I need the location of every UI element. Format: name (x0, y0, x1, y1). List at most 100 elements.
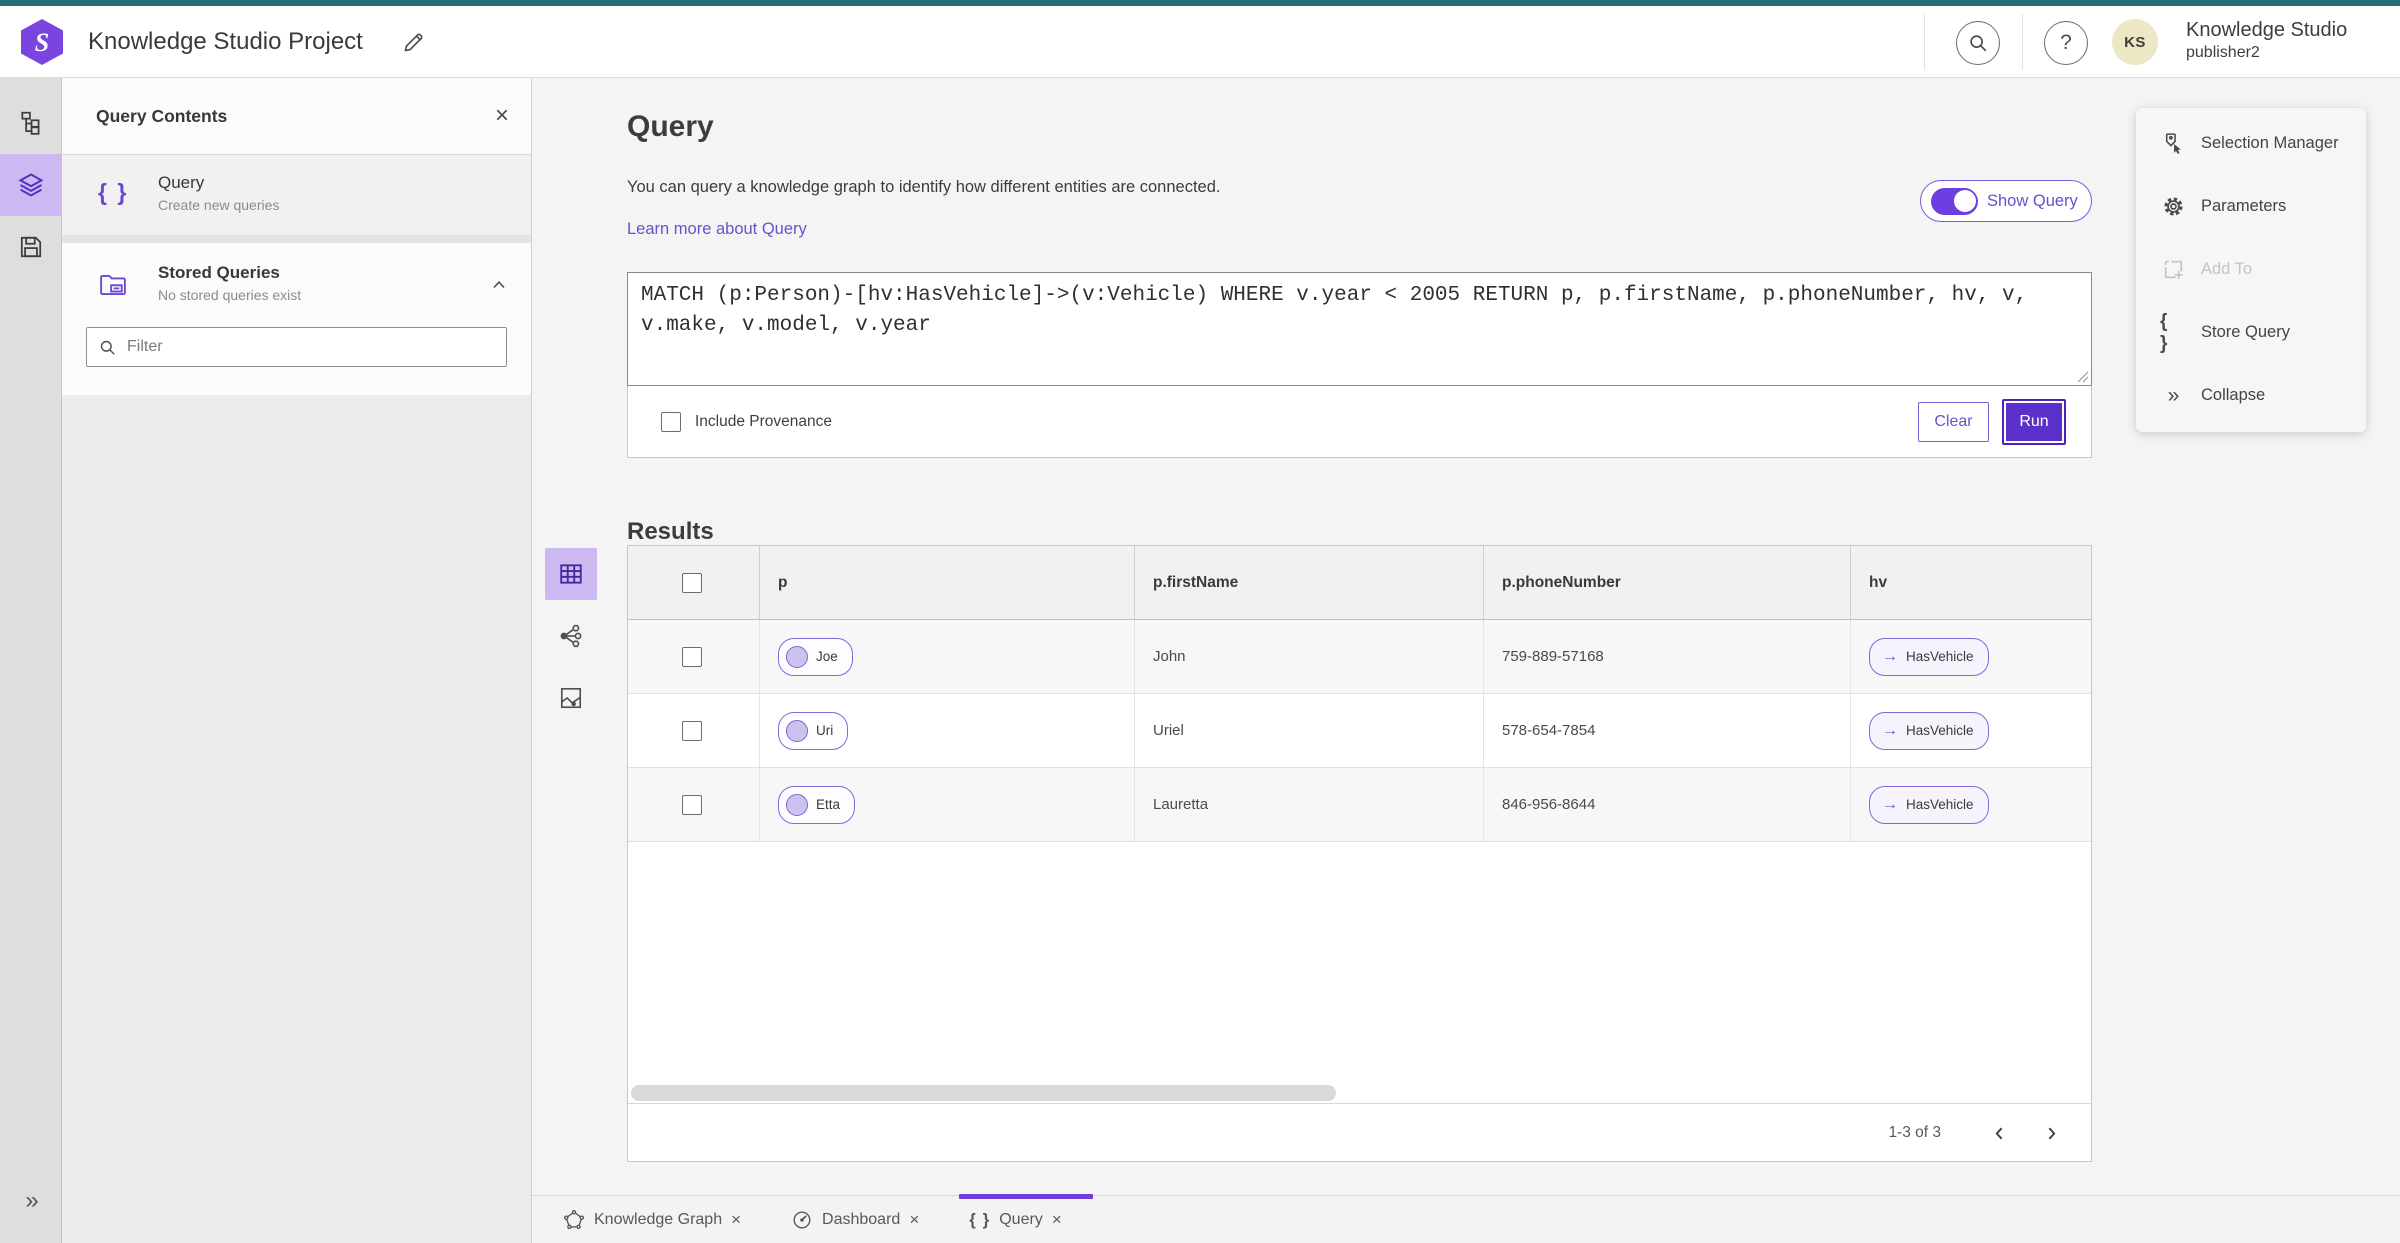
bottom-tab-bar: Knowledge Graph × Dashboard × { } Query … (532, 1194, 2400, 1243)
include-provenance-checkbox[interactable] (661, 412, 681, 432)
panel-title: Query Contents (96, 106, 228, 126)
edge-chip[interactable]: → HasVehicle (1869, 785, 1989, 824)
topbar-divider (1924, 14, 1925, 70)
arrow-right-icon: → (1882, 795, 1898, 813)
rail-expand-button[interactable]: » (0, 1187, 62, 1215)
edge-chip[interactable]: → HasVehicle (1869, 637, 1989, 676)
row-checkbox[interactable] (682, 795, 702, 815)
table-view-button[interactable] (545, 548, 597, 600)
braces-icon: { } (2160, 310, 2170, 354)
node-icon (786, 719, 808, 742)
menu-item-selection-manager[interactable]: Selection Manager (2136, 112, 2366, 175)
page-title: Query (627, 110, 714, 143)
avatar[interactable]: KS (2112, 19, 2158, 65)
node-chip[interactable]: Uri (778, 711, 849, 750)
menu-item-collapse[interactable]: » Collapse (2136, 364, 2366, 427)
horizontal-scrollbar[interactable] (631, 1085, 1336, 1101)
node-label: Joe (816, 649, 838, 664)
cell-firstname: John (1134, 620, 1483, 693)
rail-item-queries[interactable] (0, 154, 62, 216)
rail-item-save[interactable] (0, 216, 62, 278)
menu-item-parameters[interactable]: Parameters (2136, 175, 2366, 238)
table-row[interactable]: Joe John 759-889-57168 → HasVehicle (628, 620, 2091, 694)
panel-spacer (62, 235, 531, 243)
toggle-switch[interactable] (1931, 187, 1978, 215)
column-header-p[interactable]: p (759, 546, 1134, 619)
network-icon (560, 624, 582, 648)
close-icon[interactable]: × (1052, 1210, 1062, 1230)
username: publisher2 (2186, 44, 2260, 61)
tab-query[interactable]: { } Query × (951, 1196, 1079, 1243)
braces-icon: { } (98, 179, 129, 205)
menu-item-label: Parameters (2201, 197, 2287, 215)
show-query-label: Show Query (1987, 191, 2078, 210)
stored-queries-subtitle: No stored queries exist (158, 287, 302, 303)
stored-queries-title: Stored Queries (158, 263, 280, 282)
panel-close-icon[interactable]: × (495, 102, 509, 130)
stored-queries-header[interactable]: Stored Queries No stored queries exist (62, 243, 531, 327)
select-all-checkbox[interactable] (682, 573, 702, 593)
filter-input[interactable] (127, 328, 527, 366)
node-chip[interactable]: Etta (778, 785, 856, 824)
layers-icon (18, 173, 44, 197)
map-view-button[interactable] (545, 672, 597, 724)
collapse-icon: » (2167, 383, 2180, 407)
run-button[interactable]: Run (2002, 399, 2066, 445)
edge-label: HasVehicle (1906, 723, 1974, 738)
query-actions-row: Include Provenance Clear Run (628, 386, 2091, 458)
close-icon[interactable]: × (731, 1210, 741, 1230)
filter-field (86, 327, 527, 367)
menu-item-label: Add To (2201, 260, 2253, 278)
top-bar: S Knowledge Studio Project ? KS Knowledg… (0, 6, 2400, 78)
close-icon[interactable]: × (909, 1210, 919, 1230)
query-contents-panel: Query Contents × { } Query Create new qu… (62, 78, 532, 1243)
learn-more-link[interactable]: Learn more about Query (627, 220, 807, 239)
edit-project-icon[interactable] (402, 30, 426, 54)
next-page-button[interactable] (2039, 1121, 2063, 1145)
graph-view-button[interactable] (545, 610, 597, 662)
help-button[interactable]: ? (2044, 21, 2088, 65)
results-view-switcher (545, 548, 597, 724)
panel-item-query[interactable]: { } Query Create new queries (62, 155, 531, 235)
clear-button[interactable]: Clear (1918, 402, 1989, 442)
previous-page-button[interactable] (1987, 1121, 2011, 1145)
table-row[interactable]: Etta Lauretta 846-956-8644 → HasVehicle (628, 768, 2091, 842)
tab-dashboard[interactable]: Dashboard × (773, 1196, 937, 1243)
cell-phonenumber: 578-654-7854 (1483, 694, 1850, 767)
node-chip[interactable]: Joe (778, 637, 853, 676)
include-provenance-label: Include Provenance (695, 413, 833, 430)
topbar-divider (2022, 14, 2023, 70)
edge-label: HasVehicle (1906, 797, 1974, 812)
query-textarea[interactable]: MATCH (p:Person)-[hv:HasVehicle]->(v:Veh… (627, 272, 2092, 386)
node-label: Etta (816, 797, 841, 812)
menu-item-store-query[interactable]: { } Store Query (2136, 301, 2366, 364)
column-header-hv[interactable]: hv (1850, 546, 2091, 619)
svg-text:S: S (35, 28, 49, 57)
dashboard-gauge-icon (793, 1211, 811, 1228)
edge-chip[interactable]: → HasVehicle (1869, 711, 1989, 750)
column-header-phonenumber[interactable]: p.phoneNumber (1483, 546, 1850, 619)
search-button[interactable] (1956, 21, 2000, 65)
rail-item-lineage[interactable] (0, 92, 62, 154)
row-checkbox[interactable] (682, 721, 702, 741)
tab-label: Dashboard (822, 1210, 901, 1228)
tab-knowledge-graph[interactable]: Knowledge Graph × (545, 1196, 759, 1243)
table-row[interactable]: Uri Uriel 578-654-7854 → HasVehicle (628, 694, 2091, 768)
app-logo-icon[interactable]: S (20, 18, 64, 66)
menu-item-add-to: Add To (2136, 238, 2366, 301)
cell-firstname: Lauretta (1134, 768, 1483, 841)
row-checkbox[interactable] (682, 647, 702, 667)
resize-handle[interactable] (2075, 369, 2089, 383)
table-icon (560, 564, 582, 584)
query-item-subtitle: Create new queries (158, 197, 280, 213)
help-icon: ? (2060, 31, 2072, 54)
cell-phonenumber: 846-956-8644 (1483, 768, 1850, 841)
chevron-up-icon[interactable] (489, 275, 509, 295)
column-header-firstname[interactable]: p.firstName (1134, 546, 1483, 619)
pagination-range: 1-3 of 3 (1888, 1124, 1941, 1141)
stored-queries-section: Stored Queries No stored queries exist (62, 243, 531, 395)
braces-icon: { } (969, 1209, 991, 1229)
show-query-toggle[interactable]: Show Query (1920, 180, 2092, 222)
query-item-title: Query (158, 173, 205, 192)
main-content: Query You can query a knowledge graph to… (532, 78, 2400, 1195)
